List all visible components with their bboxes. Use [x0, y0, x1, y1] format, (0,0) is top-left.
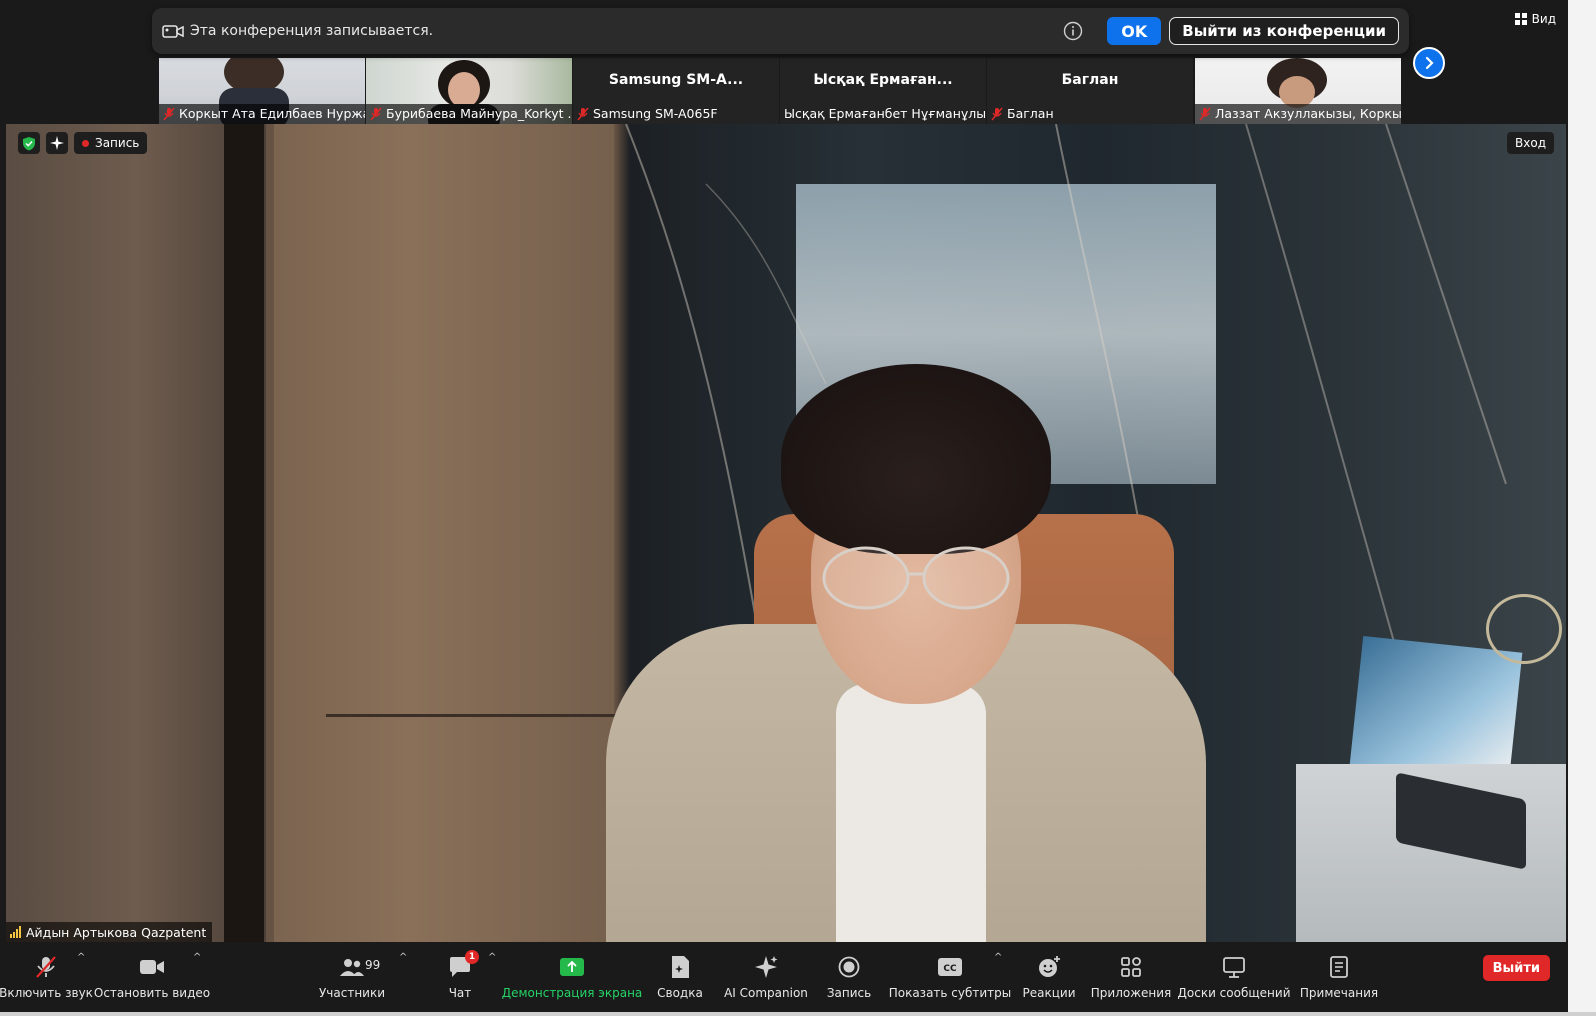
speaker-glasses [822, 546, 1010, 610]
recording-camera-icon [162, 25, 184, 38]
gallery-tile-4[interactable]: Ысқақ Ермаған... Ысқақ Ермағанбет Нұғман… [780, 58, 986, 124]
enter-badge[interactable]: Вход [1507, 132, 1554, 154]
wall-emblem [1486, 594, 1562, 664]
mic-muted-icon [991, 107, 1003, 121]
notes-button[interactable]: Примечания [1300, 942, 1378, 1000]
participants-options-caret[interactable]: ^ [399, 952, 407, 963]
summary-icon [667, 954, 693, 980]
ok-button[interactable]: OK [1107, 17, 1162, 45]
window-right-edge [1568, 0, 1596, 1016]
participant-name-label: Лаззат Акзуллакызы, Коркыт... [1195, 104, 1401, 124]
encryption-badge[interactable] [18, 132, 40, 154]
chat-unread-badge: 1 [465, 950, 479, 964]
recording-notice-text: Эта конференция записывается. [190, 23, 434, 39]
participant-name-label: Коркыт Ата Едилбаев Нуржан [159, 104, 365, 124]
mic-muted-icon [163, 107, 175, 121]
video-options-caret[interactable]: ^ [193, 952, 201, 963]
notes-icon [1326, 954, 1352, 980]
share-screen-button[interactable]: Демонстрация экрана [502, 942, 642, 1000]
unmute-button[interactable]: Включить звук [0, 942, 93, 1000]
gallery-tile-1[interactable]: Коркыт Ата Едилбаев Нуржан [159, 58, 365, 124]
mic-muted-icon [370, 107, 382, 121]
video-camera-icon [139, 954, 165, 980]
window-bottom-edge [0, 1012, 1596, 1016]
gallery-tile-6[interactable]: Лаззат Акзуллакызы, Коркыт... [1195, 58, 1401, 124]
active-speaker-video: Запись Вход Айдын Артыкова Qazpatent [6, 124, 1566, 942]
recording-badge[interactable]: Запись [74, 132, 148, 154]
whiteboard-icon [1221, 954, 1247, 980]
info-icon[interactable] [1063, 21, 1083, 41]
mic-muted-icon [33, 954, 59, 980]
mic-muted-icon [577, 107, 589, 121]
participants-count: 99 [365, 958, 381, 972]
gallery-tile-2[interactable]: Бурибаева Майнура_Korkyt ... [366, 58, 572, 124]
participants-icon: 99 [339, 954, 380, 980]
recording-notification-banner: Эта конференция записывается. OK Выйти и… [152, 8, 1409, 54]
captions-options-caret[interactable]: ^ [994, 952, 1002, 963]
shield-check-icon [23, 136, 35, 150]
svg-text:CC: CC [943, 964, 957, 974]
participant-display-name: Samsung SM-A... [608, 72, 744, 88]
participants-button[interactable]: 99 Участники [318, 942, 386, 1000]
view-button[interactable]: Вид [1514, 12, 1556, 26]
reactions-button[interactable]: Реакции [1022, 942, 1076, 1000]
exit-button[interactable]: Выйти [1482, 955, 1550, 981]
speaker-shirt [836, 684, 986, 942]
chat-options-caret[interactable]: ^ [488, 952, 496, 963]
desk-booklet [1349, 635, 1523, 783]
grid-view-icon [1514, 13, 1527, 25]
signal-strength-icon [10, 926, 21, 938]
share-screen-icon [560, 958, 584, 976]
sparkle-icon [753, 954, 779, 980]
leave-meeting-button[interactable]: Выйти из конференции [1169, 17, 1399, 45]
apps-icon [1118, 954, 1144, 980]
meeting-toolbar: Включить звук ^ Остановить видео ^ 99 Уч… [0, 942, 1596, 1016]
sparkle-icon [50, 136, 64, 150]
speaker-name-label: Айдын Артыкова Qazpatent [6, 922, 213, 942]
participant-name-label: Ысқақ Ермағанбет Нұғманұлы [784, 106, 986, 121]
ai-companion-button[interactable]: AI Companion [724, 942, 808, 1000]
meeting-status-badges: Запись [18, 132, 148, 154]
participant-name-label: Баглан [987, 104, 1060, 124]
participant-name-label: Бурибаева Майнура_Korkyt ... [366, 104, 572, 124]
chevron-right-icon [1425, 56, 1434, 70]
speaker-hair [781, 364, 1051, 554]
smiley-icon [1036, 954, 1062, 980]
recording-dot-icon [82, 139, 89, 147]
gallery-tile-5[interactable]: Баглан Баглан [987, 58, 1193, 124]
participant-display-name: Баглан [1061, 72, 1119, 88]
summary-button[interactable]: Сводка [655, 942, 705, 1000]
gallery-next-button[interactable] [1413, 47, 1445, 79]
apps-button[interactable]: Приложения [1091, 942, 1171, 1000]
share-screen-icon-wrap [559, 954, 585, 980]
zoom-window: Коркыт Ата Едилбаев Нуржан Бурибаева Май… [0, 0, 1596, 1016]
chat-icon: 1 [447, 950, 479, 980]
record-icon [836, 954, 862, 980]
record-button[interactable]: Запись [826, 942, 872, 1000]
message-boards-button[interactable]: Доски сообщений [1178, 942, 1291, 1000]
audio-options-caret[interactable]: ^ [77, 952, 85, 963]
cc-icon: CC [937, 954, 963, 980]
stop-video-button[interactable]: Остановить видео [94, 942, 210, 1000]
participant-display-name: Ысқақ Ермаған... [813, 72, 953, 88]
gallery-tile-3[interactable]: Samsung SM-A... Samsung SM-A065F [573, 58, 779, 124]
ai-companion-badge[interactable] [46, 132, 68, 154]
chat-button[interactable]: 1 Чат [440, 942, 480, 1000]
show-captions-button[interactable]: CC Показать субтитры [889, 942, 1011, 1000]
mic-muted-icon [1199, 107, 1211, 121]
participant-name-label: Samsung SM-A065F [573, 104, 724, 124]
